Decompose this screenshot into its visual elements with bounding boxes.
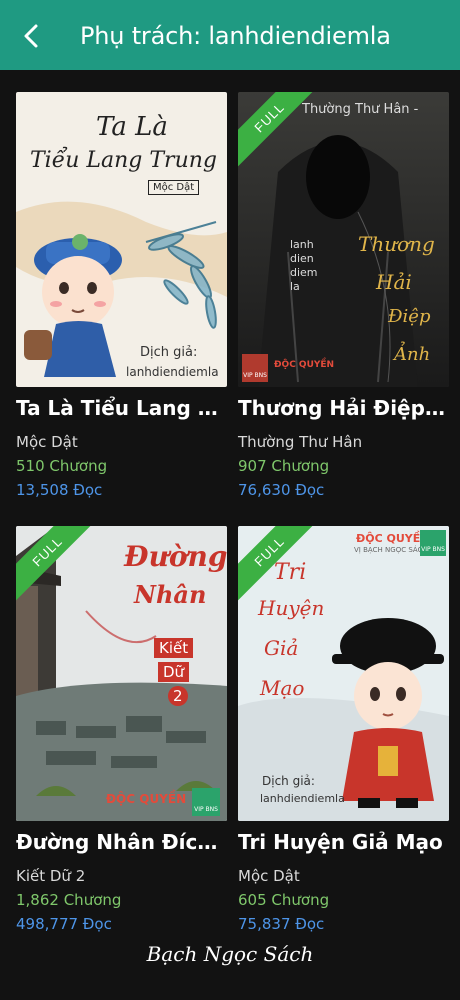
exclusive-sub: VỊ BẠCH NGỌC SÁCH [354,546,428,554]
page-title: Phụ trách: lanhdiendiemla [80,22,391,50]
back-button[interactable] [14,19,48,53]
cover-credit-name: lanhdiendiemla [260,792,345,805]
cover-title-e: 2 [168,686,188,706]
cover-title-b: Nhân [134,580,207,609]
cover-title-b: Huyện [258,596,325,620]
cover-credit-label: Dịch giả: [262,774,315,788]
read-count: 498,777 Đọc [16,915,112,933]
cover-title-d: Mạo [260,676,305,700]
book-title[interactable]: Thương Hải Điệp Ảnh [238,396,450,420]
cover-side-text: diem [290,266,318,279]
read-count: 75,837 Đọc [238,915,325,933]
cover-title-b: Hải [376,270,412,294]
cover-title-c: Điệp [388,306,431,327]
cover-title-d: Ảnh [394,344,431,365]
cover-author-tag: Thường Thư Hân - [302,102,419,117]
read-count: 76,630 Đọc [238,481,325,499]
book-cover[interactable]: Đường Nhân Kiết Dữ 2 ĐỘC QUYỀN VIP BNS F… [16,526,227,821]
cover-title-d: Dữ [158,662,190,682]
cover-title-c: Kiết [154,638,194,658]
chapter-count: 510 Chương [16,457,108,475]
cover-side-text: la [290,280,300,293]
cover-title-c: Giả [264,636,299,660]
cover-credit-label: Dịch giả: [140,345,198,360]
book-cover[interactable]: Ta Là Tiểu Lang Trung Mộc Dật Dịch giả: … [16,92,227,387]
book-title[interactable]: Ta Là Tiểu Lang Trung [16,396,228,420]
chapter-count: 1,862 Chương [16,891,122,909]
cover-side-text: dien [290,252,314,265]
book-author: Mộc Dật [238,867,300,885]
chapter-count: 605 Chương [238,891,330,909]
cover-title-a: Tri [274,560,307,585]
read-count: 13,508 Đọc [16,481,103,499]
exclusive-label: ĐỘC QUYỀN [274,360,335,370]
cover-title-a: Đường [124,540,227,573]
vip-badge: VIP BNS [420,530,446,556]
book-cover[interactable]: ĐỘC QUYỀN VỊ BẠCH NGỌC SÁCH VIP BNS Tri … [238,526,449,821]
vip-badge: VIP BNS [242,354,268,382]
chevron-left-icon [24,24,38,48]
cover-side-text: lanh [290,238,314,251]
book-author: Thường Thư Hân [238,433,363,451]
book-title[interactable]: Đường Nhân Đích Kiết Dữ 2 [16,830,228,854]
book-card[interactable]: ĐỘC QUYỀN VỊ BẠCH NGỌC SÁCH VIP BNS Tri … [238,526,450,933]
book-author: Mộc Dật [16,433,78,451]
book-title[interactable]: Tri Huyện Giả Mạo [238,830,450,854]
cover-author-tag: Mộc Dật [148,180,200,195]
exclusive-label: ĐỘC QUYỀN [106,792,187,806]
book-author: Kiết Dữ 2 [16,867,86,885]
cover-credit-name: lanhdiendiemla [126,365,219,379]
book-card[interactable]: Ta Là Tiểu Lang Trung Mộc Dật Dịch giả: … [16,92,228,499]
book-card[interactable]: Thường Thư Hân - lanh dien diem la Thươn… [238,92,450,499]
exclusive-label: ĐỘC QUYỀN [356,532,430,545]
vip-badge: VIP BNS [192,788,220,816]
cover-title-line2: Tiểu Lang Trung [30,148,217,173]
cover-title-line1: Ta Là [96,112,168,142]
cover-title-a: Thương [358,232,435,256]
app-header: Phụ trách: lanhdiendiemla [0,0,460,70]
brand-watermark: Bạch Ngọc Sách [146,942,314,966]
book-cover[interactable]: Thường Thư Hân - lanh dien diem la Thươn… [238,92,449,387]
book-card[interactable]: Đường Nhân Kiết Dữ 2 ĐỘC QUYỀN VIP BNS F… [16,526,228,933]
chapter-count: 907 Chương [238,457,330,475]
